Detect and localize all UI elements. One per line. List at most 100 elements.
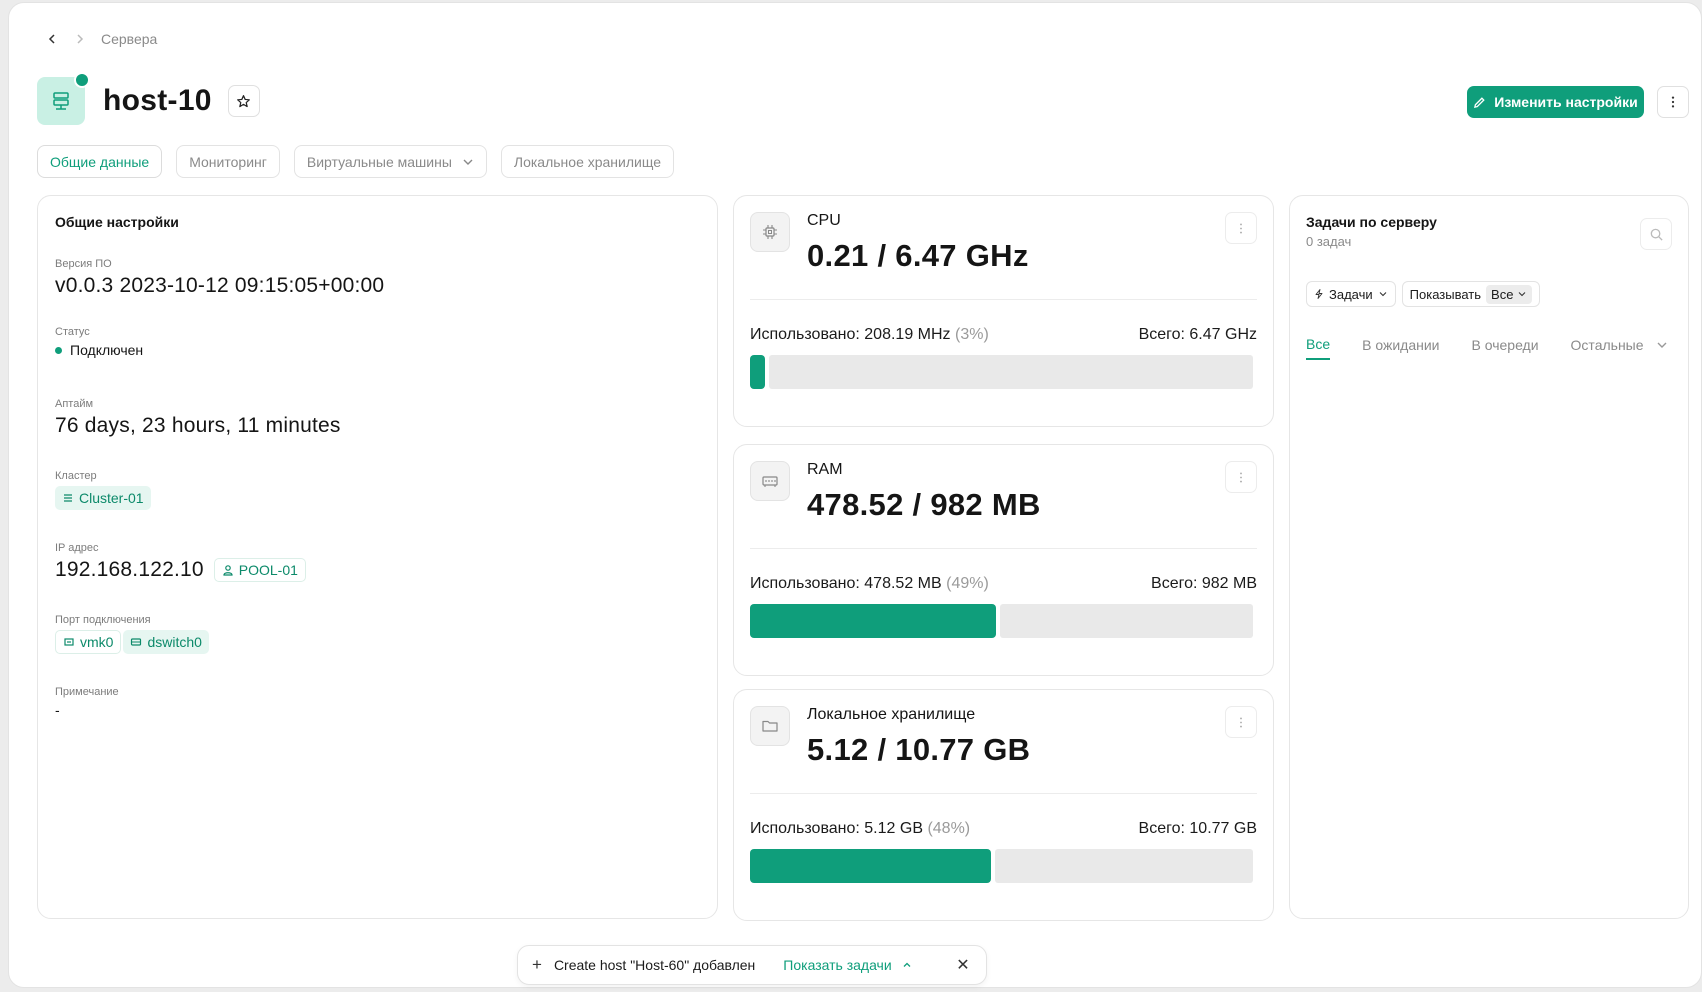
tasks-show-filter[interactable]: Показывать Все <box>1401 281 1541 307</box>
cluster-field: Кластер Cluster-01 <box>55 470 151 510</box>
subtab-queued[interactable]: В очереди <box>1472 336 1539 360</box>
chevron-down-icon <box>463 159 473 165</box>
tab-virtual-machines[interactable]: Виртуальные машины <box>293 145 487 178</box>
storage-free-track <box>995 849 1253 883</box>
general-settings-card: Общие настройки Версия ПО v0.0.3 2023-10… <box>37 195 718 919</box>
close-icon[interactable]: ✕ <box>954 955 972 975</box>
general-settings-title: Общие настройки <box>55 214 179 230</box>
cluster-chip[interactable]: Cluster-01 <box>55 486 151 510</box>
tasks-search-button[interactable] <box>1640 218 1672 250</box>
star-icon <box>237 94 251 107</box>
tab-bar: Общие данные Мониторинг Виртуальные маши… <box>37 145 674 178</box>
cpu-card: CPU 0.21 / 6.47 GHz Использовано: 208.19… <box>733 195 1274 427</box>
uptime-field: Аптайм 76 days, 23 hours, 11 minutes <box>55 398 341 437</box>
ram-value: 478.52 / 982 MB <box>807 487 1041 522</box>
favorite-button[interactable] <box>227 85 260 117</box>
storage-usage-bar <box>750 849 1253 883</box>
port-field: Порт подключения vmk0 dswitch0 <box>55 614 209 654</box>
pencil-icon <box>1474 96 1485 108</box>
storage-card: Локальное хранилище 5.12 / 10.77 GB Испо… <box>733 689 1274 921</box>
folder-icon <box>750 706 790 746</box>
version-field: Версия ПО v0.0.3 2023-10-12 09:15:05+00:… <box>55 258 385 297</box>
breadcrumb: Сервера <box>45 31 157 47</box>
tab-monitoring[interactable]: Мониторинг <box>176 145 280 178</box>
pool-icon <box>223 565 233 576</box>
chevron-down-icon <box>1379 292 1387 297</box>
show-filter-value: Все <box>1486 284 1533 304</box>
ip-address: 192.168.122.10 <box>55 558 204 581</box>
status-field: Статус Подключен <box>55 326 144 358</box>
ram-used: Использовано: 478.52 MB (49%) <box>750 575 989 592</box>
cpu-icon <box>750 212 790 252</box>
memory-icon <box>750 461 790 501</box>
online-status-dot <box>74 72 90 88</box>
storage-usage-fill <box>750 849 991 883</box>
kebab-icon <box>1240 223 1242 233</box>
storage-value: 5.12 / 10.77 GB <box>807 732 1031 767</box>
storage-used: Использовано: 5.12 GB (48%) <box>750 820 971 837</box>
storage-title: Локальное хранилище <box>807 706 976 723</box>
ram-title: RAM <box>807 461 843 478</box>
cpu-used: Использовано: 208.19 MHz (3%) <box>750 326 989 343</box>
ip-field: IP адрес 192.168.122.10 POOL-01 <box>55 542 306 582</box>
more-options-button[interactable] <box>1657 86 1689 118</box>
ram-usage-fill <box>750 604 996 638</box>
status-text: Подключен <box>70 342 144 358</box>
chevron-up-icon <box>903 962 911 967</box>
pool-chip[interactable]: POOL-01 <box>213 558 306 582</box>
tab-local-storage[interactable]: Локальное хранилище <box>500 145 674 178</box>
ram-usage-bar <box>750 604 1253 638</box>
cpu-free-track <box>769 355 1253 389</box>
vmk-chip[interactable]: vmk0 <box>55 630 122 654</box>
kebab-icon <box>1240 717 1242 727</box>
divider <box>750 548 1257 549</box>
ram-total: Всего: 982 MB <box>1151 575 1257 592</box>
cpu-menu-button[interactable] <box>1225 212 1257 244</box>
subtab-all[interactable]: Все <box>1306 336 1331 360</box>
tab-general[interactable]: Общие данные <box>37 145 163 178</box>
server-icon <box>37 72 90 125</box>
server-tasks-card: Задачи по серверу 0 задач Задачи Показыв… <box>1289 195 1689 919</box>
cpu-usage-fill <box>750 355 765 389</box>
chevron-down-icon <box>1519 292 1526 297</box>
cpu-value: 0.21 / 6.47 GHz <box>807 238 1029 273</box>
network-port-icon <box>64 638 74 646</box>
divider <box>750 299 1257 300</box>
kebab-icon <box>1240 472 1242 482</box>
switch-icon <box>131 638 142 646</box>
tasks-type-filter[interactable]: Задачи <box>1306 281 1396 307</box>
tasks-filters: Задачи Показывать Все <box>1306 281 1541 307</box>
tasks-subtabs: Все В ожидании В очереди Остальные <box>1306 336 1668 360</box>
chevron-down-icon <box>1657 342 1667 348</box>
back-arrow-icon[interactable] <box>45 32 59 46</box>
edit-settings-label: Изменить настройки <box>1494 94 1638 110</box>
toast-message: Create host "Host-60" добавлен <box>553 957 756 973</box>
tasks-title: Задачи по серверу <box>1306 214 1437 230</box>
lightning-icon <box>1315 289 1323 299</box>
edit-settings-button[interactable]: Изменить настройки <box>1467 86 1644 118</box>
storage-menu-button[interactable] <box>1225 706 1257 738</box>
show-tasks-link[interactable]: Показать задачи <box>783 957 911 973</box>
page-header: host-10 <box>37 72 260 125</box>
cpu-total: Всего: 6.47 GHz <box>1138 326 1257 343</box>
status-dot <box>55 346 62 354</box>
cpu-usage-bar <box>750 355 1253 389</box>
note-field: Примечание - <box>55 686 119 718</box>
divider <box>750 793 1257 794</box>
ram-free-track <box>1000 604 1253 638</box>
app-window: Сервера host-10 Изменить настройки Общие… <box>8 2 1702 988</box>
storage-total: Всего: 10.77 GB <box>1138 820 1257 837</box>
ram-menu-button[interactable] <box>1225 461 1257 493</box>
search-icon <box>1650 228 1663 241</box>
plus-icon: + <box>532 955 542 974</box>
switch-chip[interactable]: dswitch0 <box>123 630 209 654</box>
subtab-pending[interactable]: В ожидании <box>1362 336 1439 360</box>
cpu-title: CPU <box>807 212 841 229</box>
forward-arrow-icon[interactable] <box>73 32 87 46</box>
tasks-count: 0 задач <box>1306 234 1352 249</box>
breadcrumb-current[interactable]: Сервера <box>101 31 157 47</box>
page-title: host-10 <box>103 84 212 117</box>
ram-card: RAM 478.52 / 982 MB Использовано: 478.52… <box>733 444 1274 676</box>
cluster-icon <box>64 494 72 502</box>
subtab-other[interactable]: Остальные <box>1571 336 1668 360</box>
